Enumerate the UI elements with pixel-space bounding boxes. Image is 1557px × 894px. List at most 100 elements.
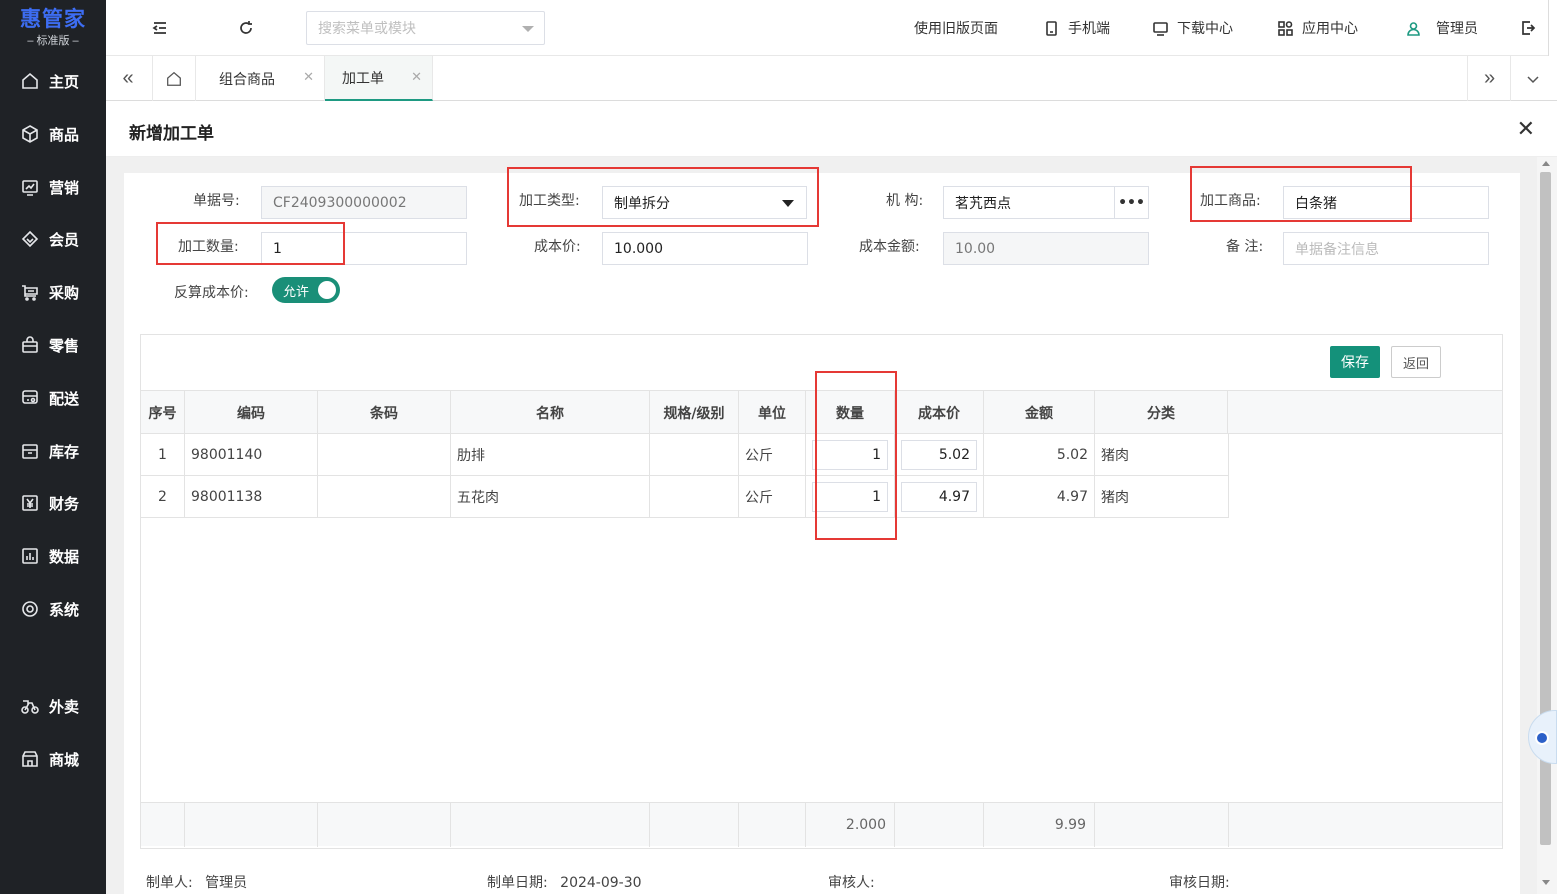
apps-icon bbox=[1278, 20, 1293, 36]
search-placeholder: 搜索菜单或模块 bbox=[318, 21, 416, 37]
cell-code: 98001138 bbox=[185, 476, 318, 518]
org-value: 茗艽西点 bbox=[955, 195, 1011, 212]
toggle-label: 允许 bbox=[283, 284, 310, 300]
menu-search-input[interactable]: 搜索菜单或模块 bbox=[306, 11, 545, 45]
tabs-dropdown-button[interactable] bbox=[1510, 56, 1554, 101]
sidebar-item-label: 配送 bbox=[49, 389, 80, 408]
org-field[interactable]: 茗艽西点 ••• bbox=[943, 186, 1149, 219]
qty-input[interactable]: 1 bbox=[812, 440, 888, 470]
toggle-knob bbox=[318, 281, 336, 299]
cost-input[interactable]: 4.97 bbox=[901, 482, 977, 512]
refresh-button[interactable] bbox=[234, 16, 258, 40]
total-amount: 9.99 bbox=[984, 803, 1095, 847]
scroll-down-icon[interactable] bbox=[1542, 880, 1550, 885]
scroll-up-icon[interactable] bbox=[1542, 161, 1550, 166]
remark-field[interactable]: 单据备注信息 bbox=[1283, 232, 1489, 265]
sidebar-item-home[interactable]: 主页 bbox=[0, 61, 106, 101]
cell-name: 肋排 bbox=[451, 434, 650, 476]
save-button[interactable]: 保存 bbox=[1330, 346, 1380, 378]
sidebar-item-marketing[interactable]: 营销 bbox=[0, 167, 106, 207]
table-header: 序号 编码 条码 名称 规格/级别 单位 数量 成本价 金额 分类 bbox=[141, 390, 1502, 434]
close-icon[interactable]: ✕ bbox=[1517, 116, 1535, 142]
sidebar-item-finance[interactable]: 财务 bbox=[0, 483, 106, 523]
sidebar-item-products[interactable]: 商品 bbox=[0, 114, 106, 154]
process-type-value: 制单拆分 bbox=[614, 195, 670, 212]
tab-processing-order[interactable]: 加工单 ✕ bbox=[325, 56, 433, 101]
cost-input[interactable]: 5.02 bbox=[901, 440, 977, 470]
sidebar-item-delivery[interactable]: 配送 bbox=[0, 378, 106, 418]
tab-label: 组合商品 bbox=[219, 71, 275, 88]
review-date-label: 审核日期: bbox=[1169, 875, 1230, 891]
col-unit: 单位 bbox=[739, 391, 806, 434]
mobile-link[interactable]: 手机端 bbox=[1043, 18, 1110, 38]
cost-price-label: 成本价: bbox=[534, 239, 581, 255]
col-barcode: 条码 bbox=[318, 391, 451, 434]
table-row[interactable]: 1 98001140 肋排 公斤 1 5.02 5.02 猪肉 bbox=[141, 434, 1229, 476]
table-row[interactable]: 2 98001138 五花肉 公斤 1 4.97 4.97 猪肉 bbox=[141, 476, 1229, 518]
sidebar-item-purchase[interactable]: 采购 bbox=[0, 272, 106, 312]
apps-label: 应用中心 bbox=[1302, 21, 1358, 37]
app-logo[interactable]: 惠管家 – 标准版 – bbox=[0, 0, 106, 55]
tab-bar: « 组合商品 ✕ 加工单 ✕ » bbox=[106, 56, 1557, 101]
app-center-link[interactable]: 应用中心 bbox=[1277, 18, 1358, 38]
close-icon[interactable]: ✕ bbox=[411, 70, 422, 85]
sidebar-item-mall[interactable]: 商城 bbox=[0, 739, 106, 779]
back-button[interactable]: 返回 bbox=[1391, 346, 1441, 378]
qty-field[interactable]: 1 bbox=[261, 232, 467, 265]
total-cell bbox=[739, 803, 806, 847]
tabs-scroll-left-button[interactable]: « bbox=[106, 56, 150, 101]
sidebar-item-label: 库存 bbox=[49, 442, 80, 461]
doc-no-field: CF2409300000002 bbox=[261, 186, 467, 219]
reverse-cost-toggle[interactable]: 允许 bbox=[272, 277, 340, 303]
logout-icon bbox=[1522, 21, 1536, 35]
refresh-icon bbox=[240, 21, 252, 34]
home-icon bbox=[167, 71, 181, 86]
cell-code: 98001140 bbox=[185, 434, 318, 476]
product-field[interactable]: 白条猪 bbox=[1283, 186, 1489, 219]
col-category: 分类 bbox=[1095, 391, 1228, 434]
cube-icon bbox=[22, 125, 38, 143]
home-tab[interactable] bbox=[152, 56, 196, 101]
close-icon[interactable]: ✕ bbox=[303, 70, 314, 85]
reverse-cost-label: 反算成本价: bbox=[174, 285, 249, 301]
cost-amount-label: 成本金额: bbox=[859, 239, 920, 255]
cost-price-field[interactable]: 10.000 bbox=[602, 232, 808, 265]
sidebar-item-inventory[interactable]: 库存 bbox=[0, 431, 106, 471]
sidebar-item-retail[interactable]: 零售 bbox=[0, 325, 106, 365]
logout-button[interactable] bbox=[1516, 16, 1540, 40]
bar-chart-icon bbox=[22, 548, 38, 564]
caret-down-icon bbox=[782, 200, 794, 207]
process-type-select[interactable]: 制单拆分 bbox=[602, 186, 807, 219]
cell-spec bbox=[650, 476, 739, 518]
tabs-scroll-right-button[interactable]: » bbox=[1467, 56, 1511, 101]
sidebar-item-takeout[interactable]: 外卖 bbox=[0, 686, 106, 726]
sidebar-item-data[interactable]: 数据 bbox=[0, 536, 106, 576]
bag-icon bbox=[22, 336, 38, 353]
sidebar-item-members[interactable]: 会员 bbox=[0, 219, 106, 259]
old-version-link[interactable]: 使用旧版页面 bbox=[914, 18, 998, 38]
sidebar-item-system[interactable]: 系统 bbox=[0, 589, 106, 629]
org-label: 机 构: bbox=[886, 193, 924, 209]
create-date-info: 制单日期: 2024-09-30 bbox=[487, 872, 642, 892]
more-icon[interactable]: ••• bbox=[1114, 187, 1148, 218]
download-center-link[interactable]: 下载中心 bbox=[1152, 18, 1233, 38]
total-cell bbox=[451, 803, 650, 847]
col-cost: 成本价 bbox=[895, 391, 984, 434]
sidebar-item-label: 系统 bbox=[49, 600, 80, 619]
bike-icon bbox=[21, 700, 39, 714]
sidebar-item-label: 采购 bbox=[49, 283, 80, 302]
sidebar-item-label: 营销 bbox=[49, 178, 80, 197]
qty-input[interactable]: 1 bbox=[812, 482, 888, 512]
user-menu[interactable]: 管理员 bbox=[1405, 18, 1478, 38]
cell-cost: 4.97 bbox=[895, 476, 984, 518]
user-icon bbox=[1407, 21, 1420, 36]
tab-label: 加工单 bbox=[342, 70, 384, 87]
menu-collapse-button[interactable] bbox=[148, 16, 172, 40]
chart-icon bbox=[22, 180, 38, 196]
user-label: 管理员 bbox=[1436, 21, 1478, 37]
cell-category: 猪肉 bbox=[1095, 476, 1229, 518]
tab-combo-products[interactable]: 组合商品 ✕ bbox=[202, 56, 325, 101]
col-amount: 金额 bbox=[984, 391, 1095, 434]
product-label: 加工商品: bbox=[1200, 193, 1261, 209]
sidebar-item-label: 财务 bbox=[49, 494, 80, 513]
